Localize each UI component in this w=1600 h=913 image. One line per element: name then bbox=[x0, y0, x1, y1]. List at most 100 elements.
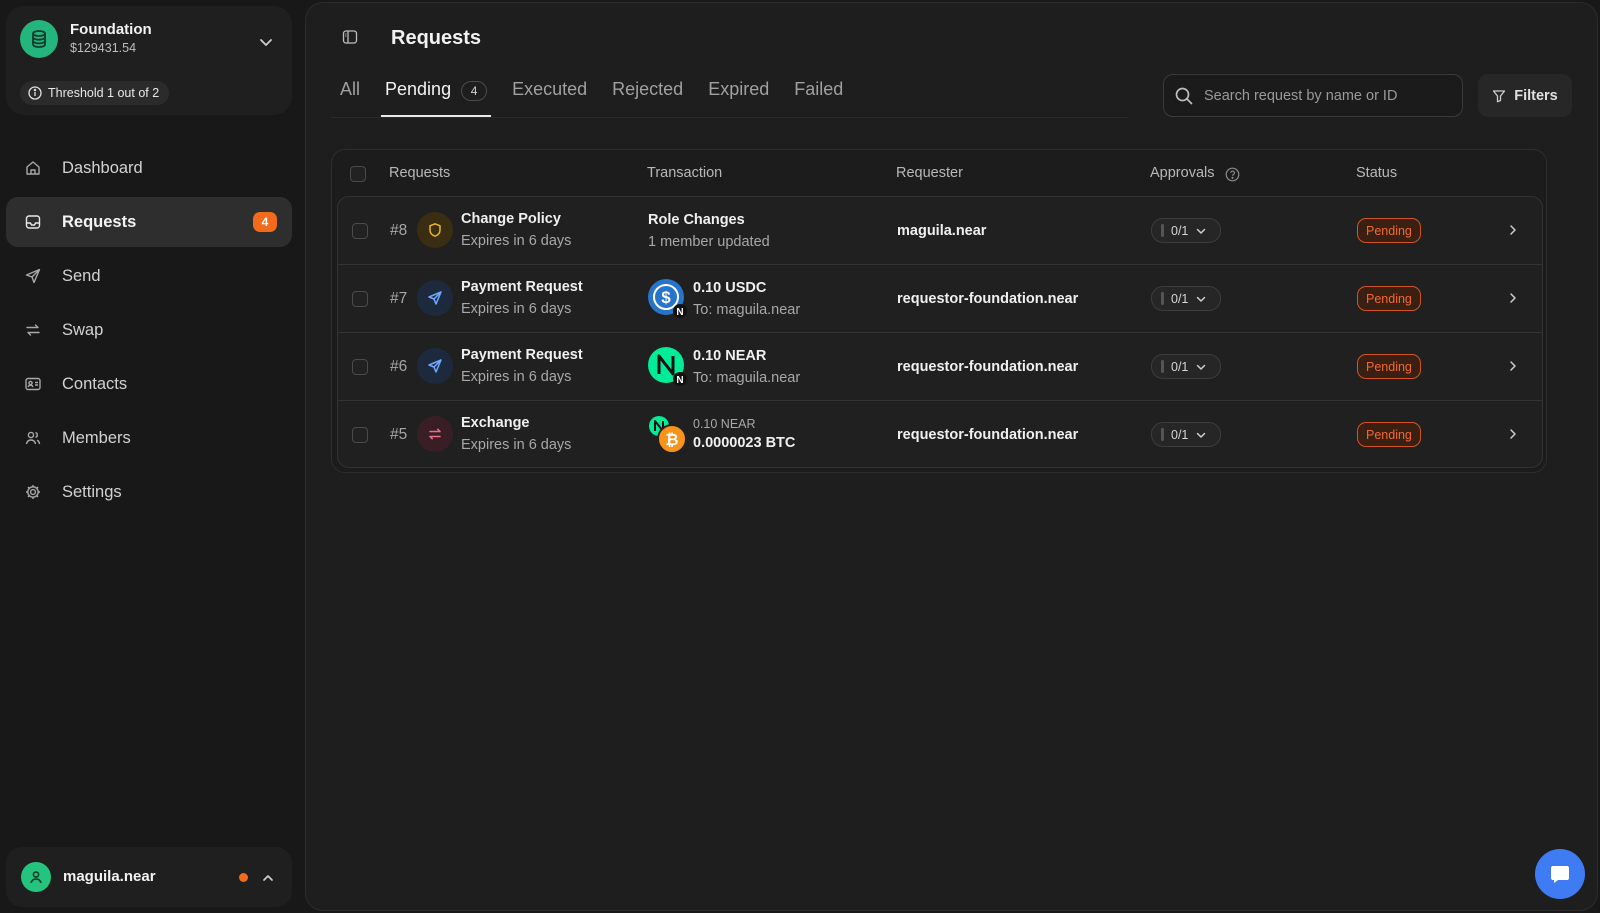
transaction-title: Role Changes bbox=[648, 212, 745, 228]
table-row[interactable]: #8 Change Policy Expires in 6 days Role … bbox=[338, 197, 1542, 265]
sidebar-item-label: Dashboard bbox=[62, 158, 143, 177]
tab-all[interactable]: All bbox=[336, 75, 364, 117]
row-checkbox[interactable] bbox=[352, 223, 368, 239]
svg-text:$: $ bbox=[661, 288, 671, 307]
sidebar-item-swap[interactable]: Swap bbox=[6, 305, 292, 355]
sidebar-item-settings[interactable]: Settings bbox=[6, 467, 292, 517]
filter-icon bbox=[1492, 89, 1506, 103]
help-icon[interactable] bbox=[1225, 167, 1240, 182]
sidebar-item-label: Members bbox=[62, 428, 131, 447]
table-row[interactable]: #7 Payment Request Expires in 6 days $ N… bbox=[338, 265, 1542, 333]
tab-label: Pending bbox=[385, 79, 452, 99]
column-header-status: Status bbox=[1356, 165, 1398, 181]
sidebar-item-dashboard[interactable]: Dashboard bbox=[6, 143, 292, 193]
approval-progress-bar bbox=[1161, 224, 1164, 237]
home-icon bbox=[24, 159, 42, 177]
sidebar-item-requests[interactable]: Requests 4 bbox=[6, 197, 292, 247]
svg-text:N: N bbox=[676, 375, 683, 386]
tab-label: Failed bbox=[794, 79, 844, 99]
requests-table: Requests Transaction Requester Approvals… bbox=[331, 149, 1547, 473]
user-name: maguila.near bbox=[63, 868, 156, 885]
requests-count-badge: 4 bbox=[253, 212, 277, 232]
main-panel: Requests All Pending 4 Executed Rejected… bbox=[305, 2, 1598, 911]
request-title: Exchange bbox=[461, 415, 530, 431]
chevron-up-icon[interactable] bbox=[261, 871, 275, 885]
row-checkbox[interactable] bbox=[352, 291, 368, 307]
requester: maguila.near bbox=[897, 223, 987, 239]
shield-icon bbox=[417, 212, 453, 248]
table-body: #8 Change Policy Expires in 6 days Role … bbox=[337, 196, 1543, 468]
select-all-checkbox[interactable] bbox=[350, 166, 366, 182]
sidebar-toggle-icon[interactable] bbox=[342, 29, 358, 45]
threshold-text: Threshold 1 out of 2 bbox=[48, 86, 160, 100]
table-row[interactable]: #5 Exchange Expires in 6 days ₿ 0.10 NEA… bbox=[338, 401, 1542, 467]
approvals-count: 0/1 bbox=[1171, 223, 1189, 238]
workspace-name: Foundation bbox=[70, 21, 152, 38]
request-expiry: Expires in 6 days bbox=[461, 233, 572, 249]
gear-icon bbox=[24, 483, 42, 501]
column-header-approvals: Approvals bbox=[1150, 165, 1215, 181]
tab-rejected[interactable]: Rejected bbox=[608, 75, 687, 117]
requester: requestor-foundation.near bbox=[897, 291, 1079, 307]
chevron-down-icon bbox=[1195, 225, 1207, 237]
search-input[interactable] bbox=[1204, 87, 1444, 104]
contacts-icon bbox=[24, 375, 42, 393]
chevron-right-icon[interactable] bbox=[1506, 291, 1520, 305]
chevron-down-icon[interactable] bbox=[258, 34, 274, 50]
filters-button[interactable]: Filters bbox=[1478, 74, 1572, 117]
tab-count-badge: 4 bbox=[461, 81, 488, 101]
row-checkbox[interactable] bbox=[352, 359, 368, 375]
approval-progress-bar bbox=[1161, 428, 1164, 441]
request-expiry: Expires in 6 days bbox=[461, 369, 572, 385]
request-title: Change Policy bbox=[461, 211, 561, 227]
approvals-dropdown[interactable]: 0/1 bbox=[1151, 218, 1221, 243]
row-checkbox[interactable] bbox=[352, 427, 368, 443]
approvals-dropdown[interactable]: 0/1 bbox=[1151, 354, 1221, 379]
tab-label: Executed bbox=[512, 79, 588, 99]
avatar bbox=[21, 862, 51, 892]
swap-from-amount: 0.10 NEAR bbox=[693, 417, 756, 431]
approvals-dropdown[interactable]: 0/1 bbox=[1151, 422, 1221, 447]
approvals-count: 0/1 bbox=[1171, 427, 1189, 442]
tab-executed[interactable]: Executed bbox=[508, 75, 591, 117]
tab-label: Rejected bbox=[612, 79, 684, 99]
sidebar-item-label: Swap bbox=[62, 320, 104, 339]
column-header-requests: Requests bbox=[389, 165, 451, 181]
column-header-transaction: Transaction bbox=[647, 165, 723, 181]
chevron-right-icon[interactable] bbox=[1506, 223, 1520, 237]
sidebar-item-label: Contacts bbox=[62, 374, 128, 393]
chevron-down-icon bbox=[1195, 429, 1207, 441]
request-id: #5 bbox=[390, 426, 408, 443]
status-badge: Pending bbox=[1357, 218, 1421, 243]
table-row[interactable]: #6 Payment Request Expires in 6 days N 0… bbox=[338, 333, 1542, 401]
members-icon bbox=[24, 429, 42, 447]
sidebar-item-contacts[interactable]: Contacts bbox=[6, 359, 292, 409]
chevron-down-icon bbox=[1195, 293, 1207, 305]
tab-pending[interactable]: Pending 4 bbox=[381, 75, 492, 117]
user-menu[interactable]: maguila.near bbox=[6, 847, 292, 907]
send-icon bbox=[417, 348, 453, 384]
sidebar-item-send[interactable]: Send bbox=[6, 251, 292, 301]
request-expiry: Expires in 6 days bbox=[461, 301, 572, 317]
chevron-right-icon[interactable] bbox=[1506, 427, 1520, 441]
requester: requestor-foundation.near bbox=[897, 427, 1079, 443]
request-expiry: Expires in 6 days bbox=[461, 437, 572, 453]
tab-label: Expired bbox=[708, 79, 770, 99]
approvals-dropdown[interactable]: 0/1 bbox=[1151, 286, 1221, 311]
swap-to-amount: 0.0000023 BTC bbox=[693, 435, 796, 451]
tabs-divider bbox=[331, 117, 1128, 118]
tab-failed[interactable]: Failed bbox=[790, 75, 847, 117]
transaction-recipient: To: maguila.near bbox=[693, 370, 801, 386]
threshold-badge: Threshold 1 out of 2 bbox=[20, 81, 170, 105]
status-badge: Pending bbox=[1357, 354, 1421, 379]
sidebar-item-members[interactable]: Members bbox=[6, 413, 292, 463]
chevron-right-icon[interactable] bbox=[1506, 359, 1520, 373]
approval-progress-bar bbox=[1161, 360, 1164, 373]
database-icon bbox=[20, 20, 58, 58]
column-header-requester: Requester bbox=[896, 165, 963, 181]
swap-icon bbox=[417, 416, 453, 452]
tab-expired[interactable]: Expired bbox=[704, 75, 773, 117]
request-id: #6 bbox=[390, 358, 408, 375]
chat-button[interactable] bbox=[1535, 849, 1585, 899]
workspace-switcher[interactable]: Foundation $129431.54 Threshold 1 out of… bbox=[6, 6, 292, 115]
